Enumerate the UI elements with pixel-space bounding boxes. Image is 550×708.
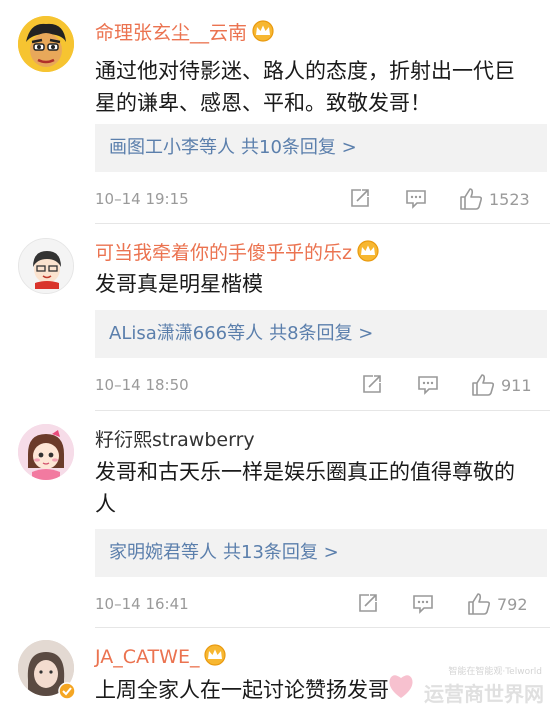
vip-crown-icon: [252, 20, 274, 42]
like-button[interactable]: 1523: [458, 186, 530, 212]
divider: [95, 627, 550, 628]
share-button[interactable]: [356, 591, 380, 615]
vip-crown-icon: [204, 644, 227, 666]
reply-count-link[interactable]: 共8条回复 >: [269, 323, 373, 344]
share-icon: [363, 375, 381, 393]
comment-icon: [418, 376, 438, 395]
comment-button[interactable]: [416, 372, 440, 396]
timestamp: 10–14 18:50: [95, 376, 189, 394]
reply-users[interactable]: 家明婉君等人: [109, 542, 217, 563]
divider: [95, 410, 550, 411]
thumbs-up-icon: [460, 188, 483, 210]
avatar[interactable]: [18, 238, 74, 294]
like-button[interactable]: 792: [466, 591, 528, 617]
reply-summary[interactable]: ALisa潇潇666等人 共8条回复 >: [95, 310, 547, 358]
comment-text: 发哥和古天乐一样是娱乐圈真正的值得尊敬的人: [95, 460, 515, 516]
username[interactable]: 籽衍熙strawberry: [95, 428, 255, 452]
reply-users[interactable]: ALisa潇潇666等人: [109, 323, 263, 344]
like-count: 792: [497, 594, 528, 614]
watermark-small-text: 智能在智能观·Telworld: [448, 667, 542, 677]
divider: [95, 223, 550, 224]
watermark: 智能在智能观·Telworld 运营商世界网: [384, 664, 544, 706]
timestamp: 10–14 19:15: [95, 190, 189, 208]
username-text[interactable]: 可当我牵着你的手傻乎乎的乐z: [95, 242, 352, 264]
verified-badge-icon: [58, 682, 76, 700]
username[interactable]: 命理张玄尘__云南: [95, 20, 275, 45]
comment-icon: [413, 595, 433, 614]
share-icon: [351, 189, 369, 207]
username-text[interactable]: JA_CATWE_: [95, 646, 199, 668]
reply-count-link[interactable]: 共13条回复 >: [223, 542, 339, 563]
avatar[interactable]: [18, 16, 74, 72]
reply-users[interactable]: 画图工小李等人: [109, 137, 235, 158]
share-button[interactable]: [348, 186, 372, 210]
watermark-big-text: 运营商世界网: [424, 682, 544, 706]
reply-summary[interactable]: 家明婉君等人 共13条回复 >: [95, 529, 547, 577]
watermark-logo-icon: [389, 675, 413, 698]
reply-summary[interactable]: 画图工小李等人 共10条回复 >: [95, 124, 547, 172]
avatar[interactable]: [18, 424, 74, 480]
username-text[interactable]: 籽衍熙strawberry: [95, 429, 255, 451]
comment-icon: [406, 190, 426, 209]
like-count: 1523: [489, 189, 530, 209]
timestamp: 10–14 16:41: [95, 595, 189, 613]
username[interactable]: 可当我牵着你的手傻乎乎的乐z: [95, 240, 380, 265]
comment-text: 发哥真是明星楷模: [95, 272, 263, 296]
share-button[interactable]: [360, 372, 384, 396]
thumbs-up-icon: [468, 593, 491, 615]
vip-crown-icon: [357, 240, 379, 262]
reply-count-link[interactable]: 共10条回复 >: [241, 137, 357, 158]
username-text[interactable]: 命理张玄尘__云南: [95, 22, 247, 44]
comment-text: 通过他对待影迷、路人的态度，折射出一代巨星的谦卑、感恩、平和。致敬发哥！: [95, 59, 515, 115]
username[interactable]: JA_CATWE_: [95, 644, 227, 669]
like-count: 911: [501, 375, 532, 395]
comment-button[interactable]: [404, 186, 428, 210]
thumbs-up-icon: [472, 374, 495, 396]
like-button[interactable]: 911: [470, 372, 532, 398]
share-icon: [359, 594, 377, 612]
comment-button[interactable]: [411, 591, 435, 615]
